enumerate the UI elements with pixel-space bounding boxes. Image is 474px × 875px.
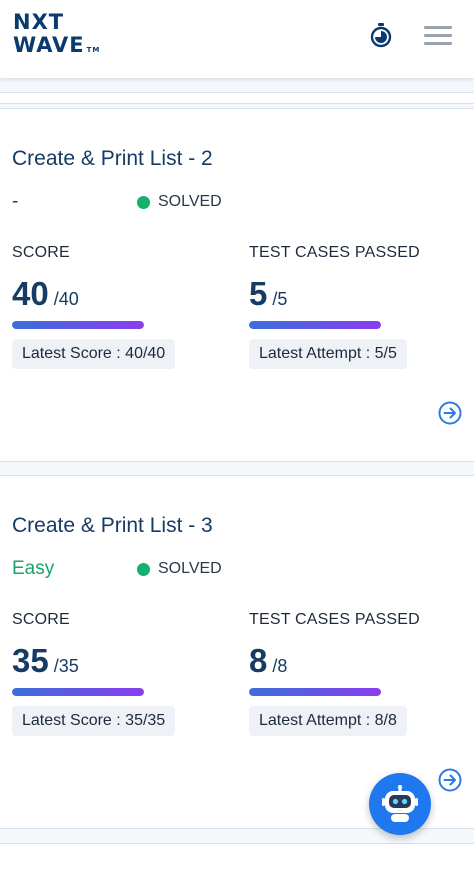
score-progress-fill — [12, 688, 144, 696]
stopwatch-icon[interactable] — [368, 22, 394, 48]
difficulty-label: - — [12, 191, 19, 212]
latest-attempt-chip: Latest Attempt : 5/5 — [249, 339, 407, 369]
score-label: SCORE — [12, 611, 70, 628]
robot-icon — [382, 785, 418, 822]
logo-trademark: TM — [86, 46, 101, 54]
status-text: SOLVED — [158, 560, 222, 577]
problem-title[interactable]: Create & Print List - 3 — [12, 514, 213, 538]
score-progress-fill — [12, 321, 144, 329]
previous-card-edge — [0, 92, 474, 104]
assistant-bot-button[interactable] — [369, 773, 431, 835]
score-label: SCORE — [12, 244, 70, 261]
score-value: 35 /35 — [12, 642, 79, 680]
score-progress-bar — [12, 688, 144, 696]
test-cases-progress-bar — [249, 688, 381, 696]
logo-text-wave: WAVE TM — [13, 33, 101, 57]
test-cases-progress-bar — [249, 321, 381, 329]
arrow-right-circle-icon[interactable] — [438, 401, 462, 425]
test-cases-progress-fill — [249, 688, 381, 696]
test-cases-value: 8 /8 — [249, 642, 287, 680]
solved-dot-icon — [137, 562, 150, 576]
solved-dot-icon — [137, 195, 150, 209]
problem-title[interactable]: Create & Print List - 2 — [12, 147, 213, 171]
hamburger-menu-icon[interactable] — [424, 26, 452, 46]
test-cases-label: TEST CASES PASSED — [249, 244, 420, 261]
problem-card[interactable]: Create & Print List - 2 - SOLVED SCORE 4… — [0, 108, 474, 462]
test-cases-number: 5 — [249, 275, 268, 312]
test-cases-number: 8 — [249, 642, 268, 679]
next-card-edge — [0, 843, 474, 875]
test-cases-progress-fill — [249, 321, 381, 329]
latest-score-chip: Latest Score : 35/35 — [12, 706, 176, 736]
score-number: 40 — [12, 275, 49, 312]
app-header: NXT WAVE TM — [0, 0, 474, 78]
test-cases-total: /8 — [272, 656, 288, 676]
score-value: 40 /40 — [12, 275, 79, 313]
score-number: 35 — [12, 642, 49, 679]
test-cases-value: 5 /5 — [249, 275, 287, 313]
latest-score-chip: Latest Score : 40/40 — [12, 339, 176, 369]
difficulty-label: Easy — [12, 558, 55, 579]
logo-text-nxt: NXT — [13, 10, 65, 34]
score-total: /35 — [53, 656, 79, 676]
latest-attempt-chip: Latest Attempt : 8/8 — [249, 706, 407, 736]
status-badge: SOLVED — [137, 560, 222, 578]
score-total: /40 — [53, 289, 79, 309]
status-text: SOLVED — [158, 193, 222, 210]
score-progress-bar — [12, 321, 144, 329]
nxtwave-logo[interactable]: NXT WAVE TM — [13, 12, 103, 60]
arrow-right-circle-icon[interactable] — [438, 768, 462, 792]
status-badge: SOLVED — [137, 193, 222, 211]
test-cases-total: /5 — [272, 289, 288, 309]
test-cases-label: TEST CASES PASSED — [249, 611, 420, 628]
